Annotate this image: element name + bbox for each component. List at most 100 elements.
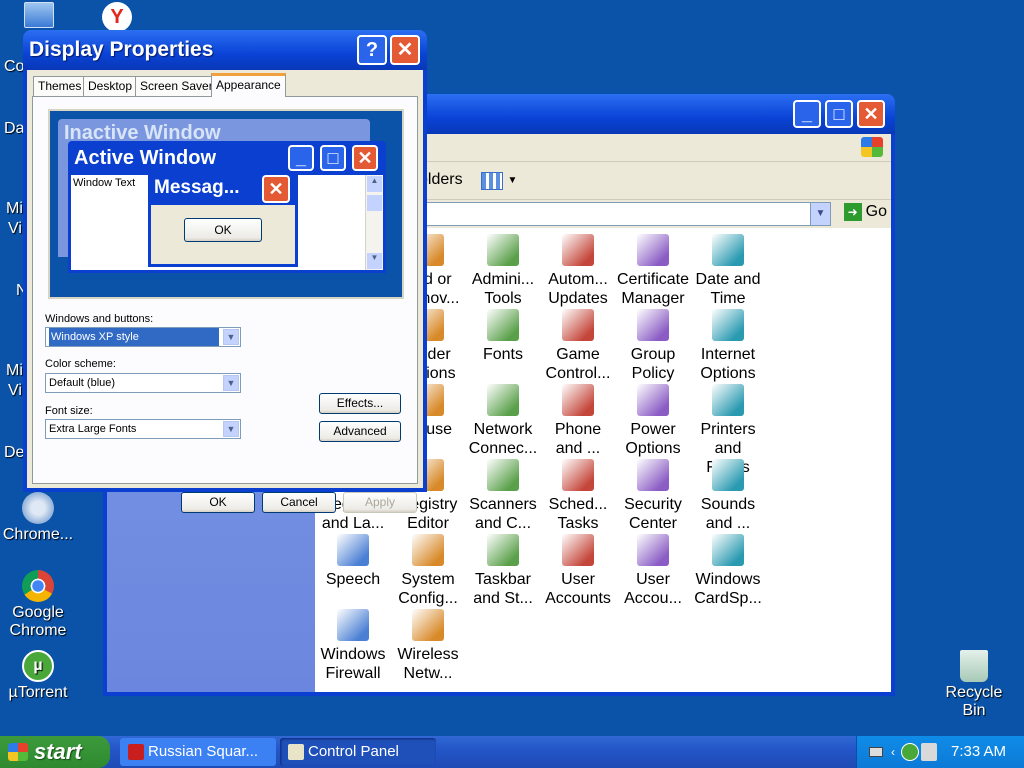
control-panel-item-label: Date and Time	[695, 271, 761, 307]
control-panel-item-label: Fonts	[482, 346, 523, 363]
desktop-icon-utorrent[interactable]: µ µTorrent	[2, 650, 74, 702]
control-panel-item-icon	[712, 384, 744, 416]
desktop-label-clipped: Da	[4, 120, 25, 137]
my-computer-icon[interactable]	[24, 2, 54, 28]
control-panel-item-icon	[712, 309, 744, 341]
windows-buttons-label: Windows and buttons:	[45, 313, 154, 325]
control-panel-item[interactable]: Security Center	[617, 459, 689, 533]
control-panel-item[interactable]: Wireless Netw...	[392, 609, 464, 683]
control-panel-item-label: Windows Firewall	[320, 646, 386, 682]
close-button[interactable]: ✕	[857, 100, 885, 128]
desktop-icon-chrome-launcher[interactable]: Chrome...	[2, 492, 74, 544]
control-panel-item-icon	[712, 534, 744, 566]
color-scheme-select[interactable]: Default (blue) ▼	[45, 373, 241, 393]
views-button[interactable]: ▼	[481, 169, 521, 193]
control-panel-item-label: Internet Options	[700, 346, 756, 382]
chevron-down-icon: ▼	[507, 175, 518, 186]
control-panel-item[interactable]: Taskbar and St...	[467, 534, 539, 608]
font-size-select[interactable]: Extra Large Fonts ▼	[45, 419, 241, 439]
tab-desktop[interactable]: Desktop	[83, 76, 138, 96]
chrome-launcher-icon	[22, 492, 54, 524]
ok-button[interactable]: OK	[181, 492, 255, 513]
control-panel-item-icon	[562, 234, 594, 266]
control-panel-item-label: Sched... Tasks	[548, 496, 608, 532]
help-button[interactable]: ?	[357, 35, 387, 65]
control-panel-item[interactable]: Autom... Updates	[542, 234, 614, 308]
advanced-button[interactable]: Advanced	[319, 421, 401, 442]
appearance-panel: Inactive Window Active Window _ □ ✕ Wind…	[32, 96, 418, 484]
control-panel-item[interactable]: Power Options	[617, 384, 689, 458]
preview-ok-button: OK	[184, 218, 262, 242]
network-tray-icon[interactable]	[921, 743, 937, 761]
control-panel-item[interactable]: Date and Time	[692, 234, 764, 308]
desktop-icon-recycle-bin[interactable]: Recycle Bin	[938, 650, 1010, 720]
color-scheme-value: Default (blue)	[49, 377, 116, 389]
tray-expand-icon[interactable]: ‹	[891, 736, 895, 768]
keyboard-icon[interactable]	[869, 747, 883, 757]
appearance-preview: Inactive Window Active Window _ □ ✕ Wind…	[48, 109, 404, 299]
control-panel-item[interactable]: Windows Firewall	[317, 609, 389, 683]
maximize-button[interactable]: □	[825, 100, 853, 128]
control-panel-item-label: Phone and ...	[554, 421, 602, 457]
control-panel-item-label: Sounds and ...	[700, 496, 756, 532]
chevron-down-icon[interactable]: ▼	[223, 421, 239, 437]
preview-message-close-icon: ✕	[262, 175, 290, 203]
desktop-label-clipped: Vi	[8, 382, 22, 399]
preview-inactive-title: Inactive Window	[64, 122, 221, 139]
control-panel-item[interactable]: Game Control...	[542, 309, 614, 383]
cancel-button[interactable]: Cancel	[262, 492, 336, 513]
control-panel-item[interactable]: User Accounts	[542, 534, 614, 608]
control-panel-item[interactable]: Phone and ...	[542, 384, 614, 458]
chevron-down-icon[interactable]: ▼	[223, 329, 239, 345]
control-panel-item[interactable]: User Accou...	[617, 534, 689, 608]
display-properties-titlebar[interactable]: Display Properties ? ✕	[23, 30, 427, 70]
control-panel-item[interactable]: Certificate Manager	[617, 234, 689, 308]
control-panel-item-icon	[562, 534, 594, 566]
desktop-icon-google-chrome[interactable]: Google Chrome	[2, 570, 74, 640]
go-button[interactable]: ➜ Go	[843, 203, 887, 225]
desktop-label-clipped: Mi	[6, 200, 23, 217]
close-button[interactable]: ✕	[390, 35, 420, 65]
control-panel-item[interactable]: Sounds and ...	[692, 459, 764, 533]
taskbar-item-control-panel[interactable]: Control Panel	[280, 738, 436, 766]
taskbar: start Russian Squar... Control Panel ‹ 7…	[0, 736, 1024, 768]
control-panel-item[interactable]: Scanners and C...	[467, 459, 539, 533]
utorrent-tray-icon[interactable]	[901, 743, 919, 761]
control-panel-item[interactable]: Speech	[317, 534, 389, 589]
control-panel-item-label: Power Options	[625, 421, 681, 457]
control-panel-item-icon	[562, 384, 594, 416]
windows-buttons-select[interactable]: Windows XP style ▼	[45, 327, 241, 347]
control-panel-item[interactable]: Network Connec...	[467, 384, 539, 458]
control-panel-item-icon	[637, 384, 669, 416]
address-dropdown-icon[interactable]: ▼	[810, 203, 830, 225]
chevron-down-icon[interactable]: ▼	[223, 375, 239, 391]
effects-button[interactable]: Effects...	[319, 393, 401, 414]
control-panel-item-label: Wireless Netw...	[397, 646, 459, 682]
preview-maximize-icon: □	[320, 145, 346, 171]
start-button[interactable]: start	[0, 736, 110, 768]
control-panel-item-label: Autom... Updates	[548, 271, 608, 307]
tab-themes[interactable]: Themes	[33, 76, 87, 96]
clock[interactable]: 7:33 AM	[951, 736, 1006, 768]
taskbar-item-russian-square[interactable]: Russian Squar...	[120, 738, 276, 766]
control-panel-item[interactable]: Fonts	[467, 309, 539, 364]
system-tray: ‹ 7:33 AM	[856, 736, 1024, 768]
minimize-button[interactable]: _	[793, 100, 821, 128]
tab-appearance[interactable]: Appearance	[211, 73, 286, 97]
control-panel-item[interactable]: Admini... Tools	[467, 234, 539, 308]
control-panel-item[interactable]: Sched... Tasks	[542, 459, 614, 533]
apply-button[interactable]: Apply	[343, 492, 417, 513]
windows-logo-icon	[8, 743, 28, 761]
control-panel-item-icon	[487, 534, 519, 566]
control-panel-item[interactable]: Windows CardSp...	[692, 534, 764, 608]
tab-screen-saver[interactable]: Screen Saver	[135, 76, 218, 96]
control-panel-item[interactable]: System Config...	[392, 534, 464, 608]
control-panel-item-label: Windows CardSp...	[694, 571, 762, 607]
taskbar-item-label: Control Panel	[308, 743, 399, 760]
taskbar-item-label: Russian Squar...	[148, 743, 259, 760]
display-properties-dialog[interactable]: Display Properties ? ✕ Themes Desktop Sc…	[23, 30, 427, 513]
preview-scrollbar: ▲ ▼	[365, 175, 383, 270]
control-panel-item[interactable]: Internet Options	[692, 309, 764, 383]
yandex-browser-icon[interactable]: Y	[102, 2, 132, 32]
control-panel-item[interactable]: Group Policy	[617, 309, 689, 383]
